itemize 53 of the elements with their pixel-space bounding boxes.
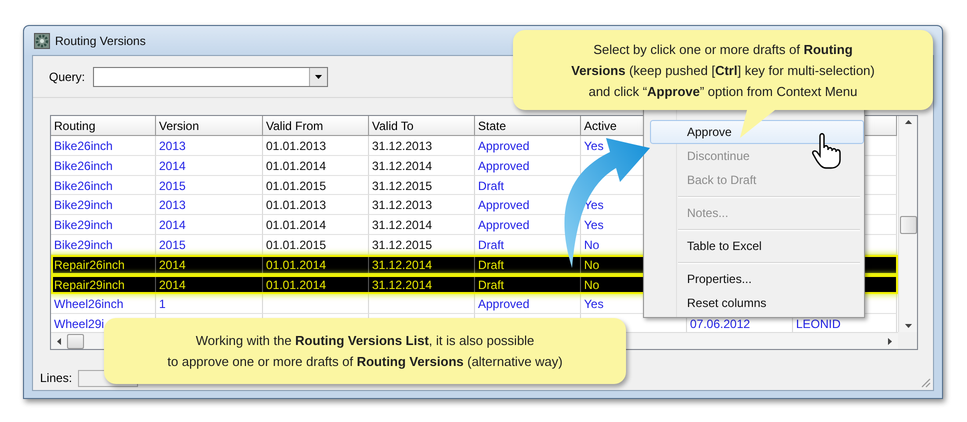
table-cell: 2014 <box>156 215 263 235</box>
column-header[interactable]: Valid From <box>263 116 369 136</box>
table-cell: 2013 <box>156 136 263 156</box>
table-cell: 01.01.2014 <box>263 215 369 235</box>
query-label: Query: <box>49 70 86 84</box>
caret-icon <box>315 74 322 78</box>
table-cell: 2013 <box>156 195 263 216</box>
column-header[interactable]: Version <box>156 116 263 136</box>
table-cell: 01.01.2014 <box>263 274 369 294</box>
table-cell: Bike26inch <box>51 156 156 176</box>
table-cell: 01.01.2014 <box>263 156 369 176</box>
table-cell: 1 <box>156 294 263 314</box>
column-header[interactable]: Valid To <box>369 116 475 136</box>
scroll-left-icon[interactable] <box>57 338 61 344</box>
table-cell: Bike29inch <box>51 195 156 216</box>
scrollbar-thumb[interactable] <box>900 216 917 234</box>
table-cell: Approved <box>475 136 581 156</box>
gear-icon <box>34 32 50 48</box>
table-cell: 31.12.2013 <box>369 136 475 156</box>
table-cell: Bike26inch <box>51 176 156 196</box>
table-cell: 31.12.2013 <box>369 195 475 216</box>
table-cell: 31.12.2015 <box>369 176 475 196</box>
table-cell: 31.12.2014 <box>369 215 475 235</box>
table-cell: Approved <box>475 156 581 176</box>
column-header[interactable]: Routing <box>51 116 156 136</box>
table-cell: 01.01.2013 <box>263 136 369 156</box>
table-cell: Wheel26inch <box>51 294 156 314</box>
menu-item[interactable]: Approve <box>650 120 864 144</box>
query-combobox[interactable] <box>93 66 328 86</box>
table-cell: Bike26inch <box>51 136 156 156</box>
callout-text: Working with the Routing Versions List, it is also possible to approve one or more drafts of Routing Versions (alternative way) <box>167 332 563 371</box>
column-header[interactable]: State <box>475 116 581 136</box>
resize-grip-icon[interactable] <box>919 376 931 388</box>
window-title: Routing Versions <box>55 34 146 48</box>
scroll-down-icon[interactable] <box>904 324 912 328</box>
callout-text: Select by click one or more drafts of Routing Versions (keep pushed [Ctrl] key for multi-selection) and click “Approve” option from Context Menu <box>571 40 875 101</box>
scroll-up-icon[interactable] <box>904 120 912 124</box>
table-cell: Draft <box>475 274 581 294</box>
table-cell: 2014 <box>156 274 263 294</box>
scrollbar-thumb[interactable] <box>67 334 84 348</box>
table-cell: 2014 <box>156 156 263 176</box>
table-cell: 01.01.2015 <box>263 176 369 196</box>
lines-label: Lines: <box>40 371 72 385</box>
table-cell: 01.01.2013 <box>263 195 369 216</box>
table-cell: 2015 <box>156 176 263 196</box>
table-cell: 31.12.2014 <box>369 274 475 294</box>
table-cell: Bike29inch <box>51 215 156 235</box>
dropdown-button[interactable] <box>309 68 328 86</box>
table-cell: Approved <box>475 294 581 314</box>
vertical-scrollbar[interactable] <box>898 116 917 332</box>
scroll-right-icon[interactable] <box>888 338 892 344</box>
table-cell: Repair29inch <box>51 274 156 294</box>
table-cell: 31.12.2014 <box>369 156 475 176</box>
